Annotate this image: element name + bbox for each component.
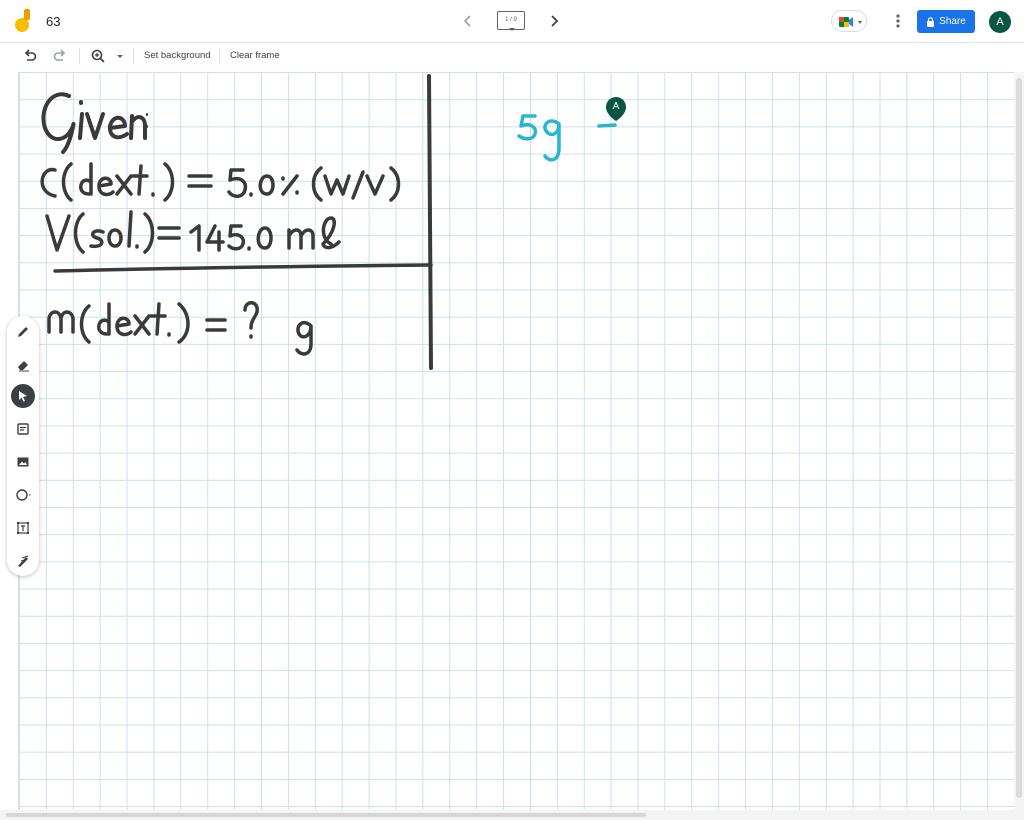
text-given bbox=[41, 92, 148, 154]
share-button[interactable]: Share bbox=[917, 10, 975, 33]
toolbar-divider bbox=[219, 48, 220, 64]
frame-selector[interactable]: 1 / 9 bbox=[497, 11, 525, 31]
more-options-icon[interactable] bbox=[890, 11, 906, 31]
collaborator-cursor-label: A bbox=[612, 101, 620, 112]
previous-frame-icon[interactable] bbox=[458, 11, 478, 31]
circle-icon bbox=[16, 489, 31, 501]
pen-icon bbox=[18, 327, 28, 337]
undo-icon[interactable] bbox=[21, 47, 39, 65]
edit-toolbar: Set background Clear frame bbox=[0, 43, 1024, 69]
document-title[interactable]: 63 bbox=[46, 14, 60, 29]
tool-palette bbox=[7, 316, 39, 576]
zoom-icon[interactable] bbox=[89, 47, 107, 65]
horizontal-scroll-thumb[interactable] bbox=[6, 813, 646, 817]
sticky-note-icon bbox=[17, 423, 29, 435]
meet-icon bbox=[839, 17, 862, 27]
divider-line bbox=[427, 74, 433, 370]
horizontal-scrollbar[interactable] bbox=[0, 810, 1024, 820]
whiteboard-canvas[interactable]: A bbox=[18, 72, 1015, 810]
separator-line bbox=[53, 263, 433, 273]
jamboard-logo-icon[interactable] bbox=[14, 9, 34, 33]
laser-tool[interactable] bbox=[11, 549, 35, 573]
avatar-initial: A bbox=[996, 16, 1004, 28]
zoom-dropdown-icon[interactable] bbox=[111, 47, 129, 65]
handwriting-layer bbox=[40, 74, 617, 370]
text-volume bbox=[45, 210, 341, 254]
next-frame-icon[interactable] bbox=[544, 11, 564, 31]
text-concentration bbox=[40, 162, 401, 202]
toolbar-divider bbox=[79, 48, 80, 64]
clear-frame-button[interactable]: Clear frame bbox=[230, 50, 280, 61]
frame-indicator: 1 / 9 bbox=[505, 17, 517, 23]
account-avatar[interactable]: A bbox=[989, 11, 1011, 33]
select-icon bbox=[19, 391, 27, 402]
text-box-icon bbox=[17, 522, 29, 534]
vertical-scrollbar[interactable] bbox=[1014, 72, 1024, 810]
toolbar-divider bbox=[133, 48, 134, 64]
top-bar: 63 1 / 9 Share A bbox=[0, 0, 1024, 43]
share-label: Share bbox=[939, 16, 966, 27]
meet-button[interactable] bbox=[831, 10, 867, 32]
laser-icon bbox=[18, 555, 29, 567]
pen-tool[interactable] bbox=[11, 320, 35, 344]
eraser-icon bbox=[18, 361, 29, 372]
text-unknown-mass bbox=[47, 301, 313, 356]
set-background-button[interactable]: Set background bbox=[144, 50, 211, 61]
shape-tool[interactable] bbox=[11, 483, 35, 507]
image-tool[interactable] bbox=[11, 450, 35, 474]
redo-icon[interactable] bbox=[51, 47, 69, 65]
sticky-note-tool[interactable] bbox=[11, 417, 35, 441]
text-answer-cyan bbox=[517, 114, 617, 162]
vertical-scroll-thumb[interactable] bbox=[1016, 78, 1022, 798]
image-icon bbox=[17, 457, 29, 467]
text-box-tool[interactable] bbox=[11, 516, 35, 540]
select-tool[interactable] bbox=[11, 384, 35, 408]
lock-icon bbox=[927, 16, 935, 27]
eraser-tool[interactable] bbox=[11, 353, 35, 377]
